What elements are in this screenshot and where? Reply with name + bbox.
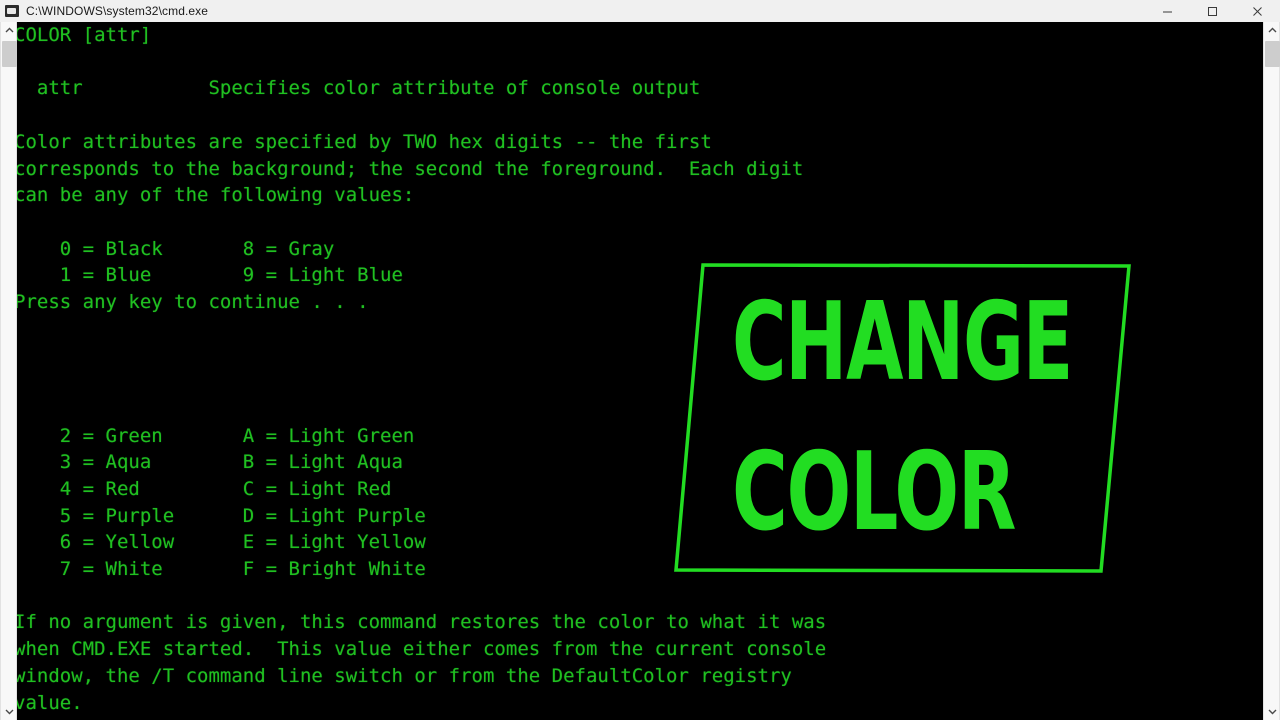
minimize-icon [1163, 11, 1172, 12]
cmd-window: C:\WINDOWS\system32\cmd.exe COLOR [attr]… [0, 0, 1280, 720]
maximize-icon [1208, 6, 1217, 16]
scrollbar-left[interactable] [0, 22, 17, 720]
scroll-down-button-right[interactable] [1264, 703, 1280, 720]
window-controls [1145, 0, 1280, 22]
console-text: COLOR [attr] attr Specifies color attrib… [14, 24, 827, 714]
cmd-console-icon [4, 3, 20, 19]
scroll-up-button-right[interactable] [1264, 22, 1280, 39]
scroll-down-button-left[interactable] [1, 703, 18, 720]
title-bar[interactable]: C:\WINDOWS\system32\cmd.exe [0, 0, 1280, 22]
chevron-up-icon [1268, 27, 1277, 33]
minimize-button[interactable] [1145, 0, 1190, 22]
console-output-area[interactable]: COLOR [attr] attr Specifies color attrib… [0, 22, 1280, 720]
scroll-thumb-left[interactable] [2, 41, 17, 67]
close-icon [1253, 6, 1262, 16]
chevron-down-icon [5, 709, 14, 715]
close-button[interactable] [1235, 0, 1280, 22]
scrollbar-right[interactable] [1263, 22, 1280, 720]
chevron-down-icon [1268, 709, 1277, 715]
window-title: C:\WINDOWS\system32\cmd.exe [26, 4, 209, 18]
scroll-thumb-right[interactable] [1265, 41, 1280, 67]
maximize-button[interactable] [1190, 0, 1235, 22]
scroll-up-button-left[interactable] [1, 22, 18, 39]
chevron-up-icon [5, 27, 14, 33]
